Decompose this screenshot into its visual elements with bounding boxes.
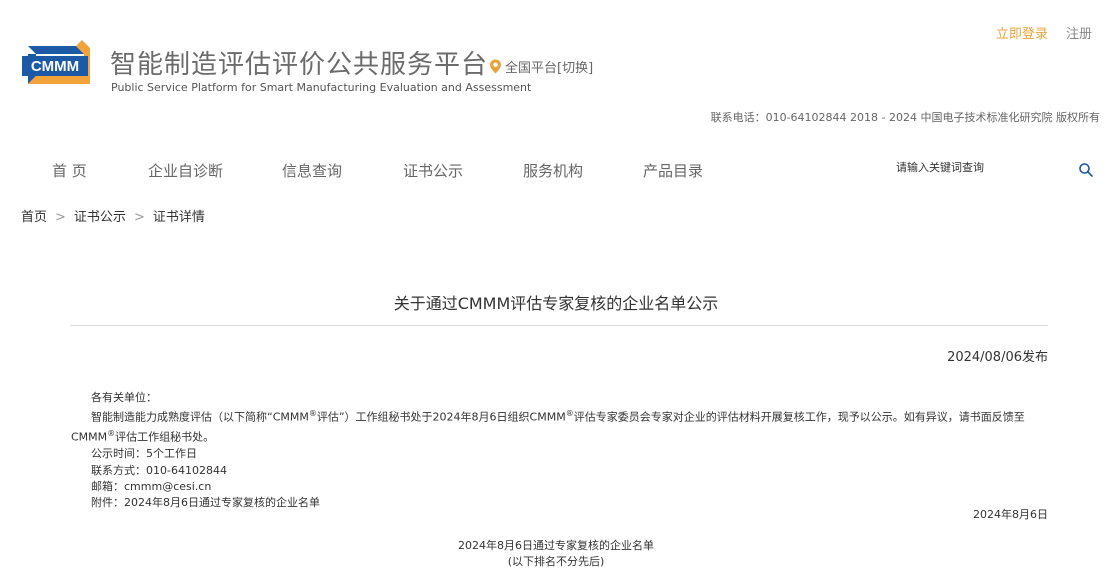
article-title: 关于通过CMMM评估专家复核的企业名单公示 <box>393 294 719 313</box>
nav-service-agencies[interactable]: 服务机构 <box>523 160 583 181</box>
main-nav: 首 页 企业自诊断 信息查询 证书公示 服务机构 产品目录 <box>0 160 760 182</box>
nav-home[interactable]: 首 页 <box>52 160 87 181</box>
article-body: 各有关单位： 智能制造能力成熟度评估（以下简称“CMMM®评估”）工作组秘书处于… <box>71 390 1051 511</box>
breadcrumb-certificate-notice[interactable]: 证书公示 <box>74 210 126 225</box>
attachment-list-heading: 2024年8月6日通过专家复核的企业名单 (以下排名不分先后) <box>0 538 1112 570</box>
paragraph-text: 智能制造能力成熟度评估（以下简称“CMMM <box>91 410 309 424</box>
nav-info-query[interactable]: 信息查询 <box>282 160 342 181</box>
breadcrumb-separator: > <box>133 210 145 225</box>
nav-self-diagnosis[interactable]: 企业自诊断 <box>148 160 223 181</box>
paragraph-text: 评估工作组秘书处。 <box>115 430 215 444</box>
paragraph-text: 评估”）工作组秘书处于2024年8月6日组织CMMM <box>316 410 566 424</box>
registered-mark: ® <box>107 429 116 439</box>
register-link[interactable]: 注册 <box>1066 27 1092 42</box>
breadcrumb-home[interactable]: 首页 <box>21 210 47 225</box>
nav-certificate-notice[interactable]: 证书公示 <box>403 160 463 181</box>
salutation: 各有关单位： <box>91 391 157 404</box>
auth-links: 立即登录 注册 <box>996 23 1092 42</box>
site-subtitle: Public Service Platform for Smart Manufa… <box>111 81 532 94</box>
login-link[interactable]: 立即登录 <box>996 27 1048 42</box>
breadcrumb-separator: > <box>55 210 66 225</box>
attachment-link[interactable]: 附件：2024年8月6日通过专家复核的企业名单 <box>71 495 1051 511</box>
paragraph-text: CMMM <box>71 430 108 444</box>
region-label: 全国平台[切换] <box>505 61 594 76</box>
contact-copyright: 联系电话：010-64102844 2018 - 2024 中国电子技术标准化研… <box>710 111 1100 124</box>
registered-mark: ® <box>308 409 317 419</box>
region-switch[interactable]: 全国平台[切换] <box>489 57 593 76</box>
registered-mark: ® <box>565 409 574 419</box>
list-note: (以下排名不分先后) <box>507 555 605 568</box>
publish-date: 2024/08/06发布 <box>947 350 1048 365</box>
cmmm-logo[interactable]: CMMM <box>20 40 90 90</box>
nav-product-catalog[interactable]: 产品目录 <box>643 160 703 181</box>
breadcrumb: 首页 > 证书公示 > 证书详情 <box>21 206 205 225</box>
site-title: 智能制造评估评价公共服务平台 <box>110 50 489 80</box>
notice-paragraph: 智能制造能力成熟度评估（以下简称“CMMM®评估”）工作组秘书处于2024年8月… <box>71 406 1051 426</box>
paragraph-text: 评估专家委员会专家对企业的评估材料开展复核工作，现予以公示。如有异议，请书面反馈… <box>573 410 1025 424</box>
svg-text:CMMM: CMMM <box>31 58 79 75</box>
search-input[interactable] <box>894 160 1068 175</box>
search-box <box>880 160 1100 182</box>
notice-paragraph-continued: CMMM®评估工作组秘书处。 <box>71 426 1051 446</box>
list-title: 2024年8月6日通过专家复核的企业名单 <box>458 539 654 552</box>
signature-date: 2024年8月6日 <box>973 508 1048 521</box>
notice-period: 公示时间：5个工作日 <box>91 447 197 461</box>
breadcrumb-current: 证书详情 <box>152 210 205 225</box>
search-icon[interactable] <box>1078 162 1094 178</box>
location-pin-icon <box>490 59 501 74</box>
cmmm-logo-graphic: CMMM <box>22 40 90 84</box>
contact-phone: 联系方式：010-64102844 <box>91 463 227 477</box>
title-divider <box>70 325 1048 326</box>
contact-email: 邮箱：cmmm@cesi.cn <box>91 479 212 493</box>
